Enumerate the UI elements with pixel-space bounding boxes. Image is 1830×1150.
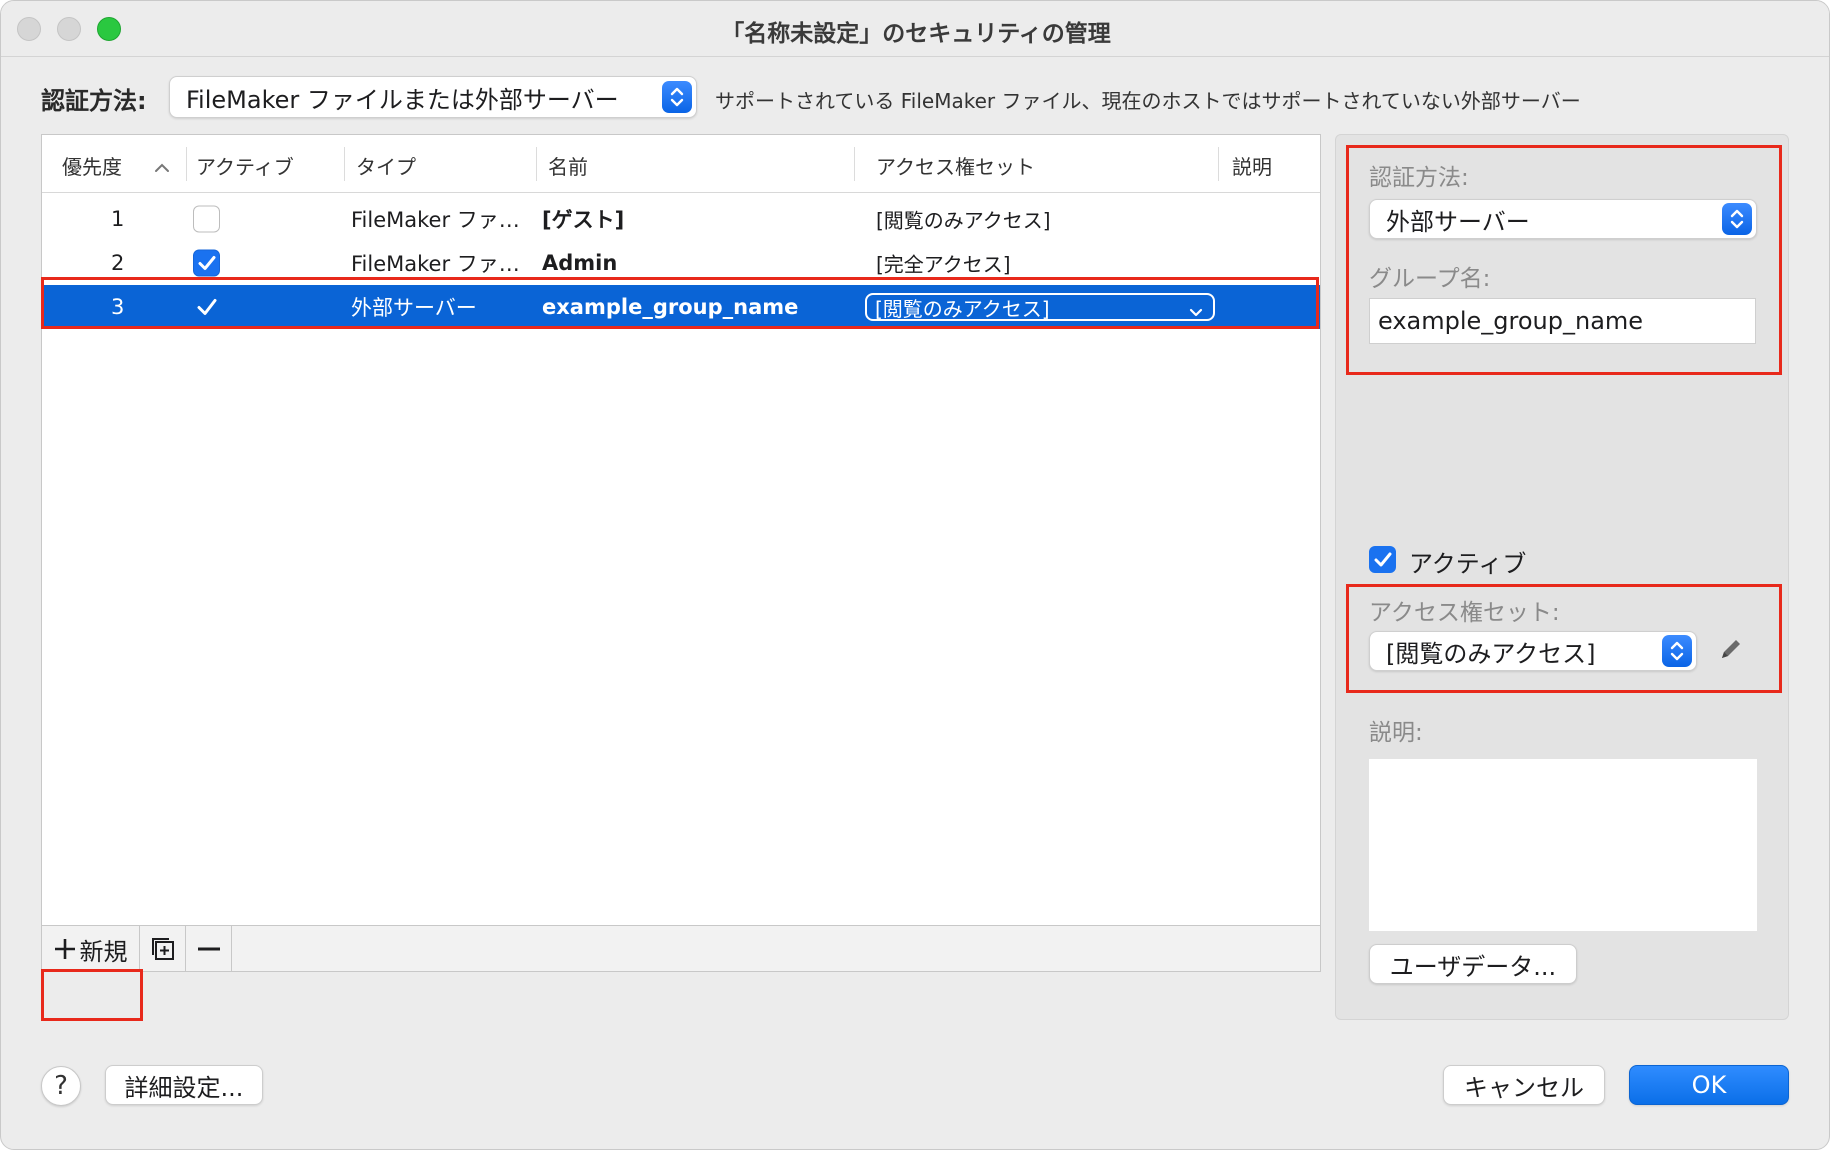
detail-group-label: グループ名: <box>1369 266 1491 292</box>
column-separator <box>344 147 345 181</box>
detail-description-label: 説明: <box>1369 720 1423 746</box>
row-type: FileMaker ファ… <box>351 208 520 232</box>
table-row[interactable]: 2 FileMaker ファ… Admin [完全アクセス] <box>42 241 1320 285</box>
group-name-field[interactable]: example_group_name <box>1369 298 1756 344</box>
accounts-table: 優先度 アクティブ タイプ 名前 アクセス権セット 説明 1 FileMaker… <box>41 134 1321 972</box>
table-row[interactable]: 1 FileMaker ファ… [ゲスト] [閲覧のみアクセス] <box>42 197 1320 241</box>
title-bar: 「名称未設定」のセキュリティの管理 <box>1 1 1829 57</box>
ok-button[interactable]: OK <box>1629 1065 1789 1105</box>
detail-auth-select[interactable]: 外部サーバー <box>1369 199 1757 239</box>
row-active-checkbox[interactable] <box>193 294 220 321</box>
auth-method-select[interactable]: FileMaker ファイルまたは外部サーバー <box>169 76 697 118</box>
row-priority: 3 <box>111 295 125 319</box>
edit-privilege-pencil-icon[interactable] <box>1717 635 1745 667</box>
row-name: example_group_name <box>542 295 799 319</box>
security-dialog: 「名称未設定」のセキュリティの管理 認証方法: FileMaker ファイルまた… <box>0 0 1830 1150</box>
sort-ascending-icon <box>154 155 170 179</box>
detail-active-label: アクティブ <box>1409 550 1527 578</box>
detail-active-checkbox[interactable] <box>1369 546 1396 573</box>
column-separator <box>854 147 855 181</box>
cancel-button[interactable]: キャンセル <box>1443 1065 1605 1105</box>
column-priority[interactable]: 優先度 <box>62 151 122 180</box>
updown-stepper-icon <box>1722 203 1752 235</box>
row-privilege-set: [完全アクセス] <box>876 252 1011 277</box>
user-data-button[interactable]: ユーザデータ... <box>1369 944 1577 984</box>
checkmark-icon <box>1374 552 1391 566</box>
column-active[interactable]: アクティブ <box>196 151 294 180</box>
minus-icon <box>197 947 220 951</box>
table-header: 優先度 アクティブ タイプ 名前 アクセス権セット 説明 <box>42 135 1320 193</box>
window-title: 「名称未設定」のセキュリティの管理 <box>721 21 1111 47</box>
column-separator <box>536 147 537 181</box>
row-priority: 2 <box>111 251 125 275</box>
updown-stepper-icon <box>1662 635 1692 667</box>
detail-privilege-label: アクセス権セット: <box>1369 600 1560 626</box>
column-separator <box>186 147 187 181</box>
row-privilege-set: [閲覧のみアクセス] <box>876 208 1051 233</box>
help-button[interactable]: ? <box>41 1066 81 1106</box>
updown-stepper-icon <box>662 81 692 113</box>
row-type: FileMaker ファ… <box>351 252 520 276</box>
column-privilege-set[interactable]: アクセス権セット <box>876 151 1035 180</box>
auth-method-label: 認証方法: <box>41 87 147 115</box>
row-name: [ゲスト] <box>542 208 625 232</box>
table-row-selected[interactable]: 3 外部サーバー example_group_name [閲覧のみアクセス] <box>42 285 1320 329</box>
column-type[interactable]: タイプ <box>356 151 416 180</box>
row-priority: 1 <box>111 207 125 231</box>
checkmark-icon <box>198 255 215 270</box>
advanced-settings-button[interactable]: 詳細設定... <box>105 1065 263 1105</box>
row-privilege-set: [閲覧のみアクセス] <box>875 296 1050 321</box>
highlight-new-button <box>41 969 143 1021</box>
checkmark-icon <box>197 298 216 315</box>
row-privilege-set-select[interactable]: [閲覧のみアクセス] <box>865 293 1215 321</box>
row-type: 外部サーバー <box>351 296 477 320</box>
detail-auth-label: 認証方法: <box>1369 165 1469 191</box>
column-name[interactable]: 名前 <box>548 151 588 180</box>
duplicate-icon <box>151 938 174 960</box>
detail-privilege-value: [閲覧のみアクセス] <box>1386 639 1596 668</box>
description-field[interactable] <box>1369 759 1757 931</box>
auth-method-note: サポートされている FileMaker ファイル、現在のホストではサポートされて… <box>715 89 1581 113</box>
new-account-label: 新規 <box>79 937 128 966</box>
column-separator <box>1218 147 1219 181</box>
new-account-button[interactable]: 新規 <box>42 926 140 972</box>
row-active-checkbox[interactable] <box>193 249 220 277</box>
duplicate-account-button[interactable] <box>140 926 186 972</box>
chevron-down-icon <box>1189 300 1203 324</box>
detail-auth-value: 外部サーバー <box>1386 207 1530 236</box>
row-active-checkbox[interactable] <box>193 205 220 233</box>
table-footer-toolbar: 新規 <box>42 925 1320 972</box>
delete-account-button[interactable] <box>186 926 232 972</box>
column-description[interactable]: 説明 <box>1232 151 1272 180</box>
row-name: Admin <box>542 251 618 275</box>
auth-method-value: FileMaker ファイルまたは外部サーバー <box>186 85 619 114</box>
plus-icon <box>54 939 75 959</box>
detail-privilege-select[interactable]: [閲覧のみアクセス] <box>1369 631 1697 671</box>
